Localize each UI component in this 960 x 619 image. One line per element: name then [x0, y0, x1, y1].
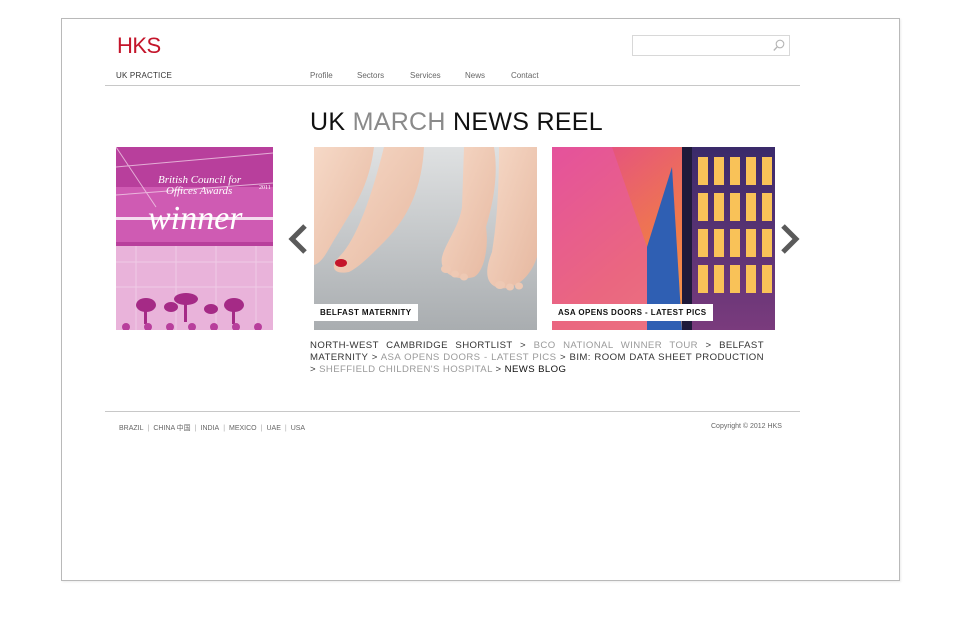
- bco-year: 2011: [259, 185, 271, 191]
- nav-item-profile[interactable]: Profile: [310, 71, 333, 80]
- asa-opens-doors-image: [552, 147, 775, 330]
- trail-separator: >: [705, 340, 712, 351]
- office-link-china[interactable]: CHINA 中国: [153, 425, 190, 432]
- hks-logo[interactable]: HKS: [117, 33, 161, 59]
- chevron-right-icon[interactable]: [779, 223, 801, 255]
- caption-asa-opens-doors: ASA OPENS DOORS - LATEST PICS: [552, 304, 713, 321]
- trail-separator: >: [371, 352, 378, 363]
- news-link-news-blog[interactable]: NEWS BLOG: [505, 364, 567, 375]
- search-icon[interactable]: [772, 38, 786, 52]
- caption-belfast-maternity: BELFAST MATERNITY: [314, 304, 418, 321]
- copyright: Copyright © 2012 HKS: [711, 423, 782, 430]
- trail-separator: >: [310, 364, 317, 375]
- office-link-mexico[interactable]: MEXICO: [229, 425, 257, 432]
- chevron-left-icon[interactable]: [287, 223, 309, 255]
- office-link-uae[interactable]: UAE: [266, 425, 280, 432]
- news-link-north-west-cambridge[interactable]: NORTH-WEST CAMBRIDGE SHORTLIST: [310, 340, 513, 351]
- nav-item-sectors[interactable]: Sectors: [357, 71, 384, 80]
- trail-separator: >: [495, 364, 502, 375]
- nav-item-news[interactable]: News: [465, 71, 485, 80]
- bco-winner: winner: [148, 200, 243, 237]
- header-divider: [105, 85, 800, 86]
- news-link-asa-opens-doors[interactable]: ASA OPENS DOORS - LATEST PICS: [381, 352, 557, 363]
- news-link-sheffield[interactable]: SHEFFIELD CHILDREN'S HOSPITAL: [319, 364, 492, 375]
- title-part-news-reel: NEWS REEL: [453, 108, 603, 136]
- title-part-march: MARCH: [352, 108, 446, 136]
- office-link-india[interactable]: INDIA: [201, 425, 220, 432]
- bco-line2: Offices Awards: [166, 185, 232, 197]
- tile-asa-opens-doors[interactable]: ASA OPENS DOORS - LATEST PICS: [552, 147, 775, 330]
- practice-label: UK PRACTICE: [116, 71, 172, 80]
- footer-divider: [105, 411, 800, 412]
- bco-award-image: British Council for Offices Awards 2011 …: [116, 147, 273, 330]
- trail-separator: >: [559, 352, 566, 363]
- nav-item-contact[interactable]: Contact: [511, 71, 539, 80]
- search-box[interactable]: [632, 35, 790, 56]
- tile-belfast-maternity[interactable]: BELFAST MATERNITY: [314, 147, 537, 330]
- nav-item-services[interactable]: Services: [410, 71, 441, 80]
- page-title: UK MARCH NEWS REEL: [310, 108, 603, 137]
- tile-bco-award[interactable]: British Council for Offices Awards 2011 …: [116, 147, 273, 330]
- news-link-bim-room-data[interactable]: BIM: ROOM DATA SHEET PRODUCTION: [570, 352, 764, 363]
- search-input[interactable]: [633, 38, 771, 55]
- office-link-brazil[interactable]: BRAZIL: [119, 425, 144, 432]
- belfast-maternity-image: [314, 147, 537, 330]
- office-link-usa[interactable]: USA: [291, 425, 305, 432]
- news-link-bco-tour[interactable]: BCO NATIONAL WINNER TOUR: [534, 340, 698, 351]
- office-links: BRAZIL | CHINA 中国 | INDIA | MEXICO | UAE | USA: [119, 425, 306, 432]
- trail-separator: >: [520, 340, 527, 351]
- news-trail: NORTH-WEST CAMBRIDGE SHORTLIST > BCO NAT…: [310, 340, 764, 376]
- title-part-uk: UK: [310, 108, 346, 136]
